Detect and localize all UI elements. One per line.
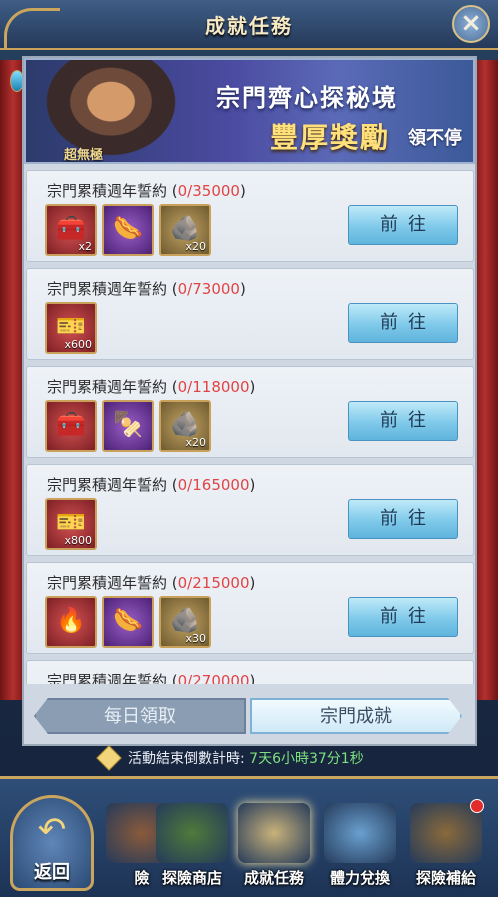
back-button[interactable]: ↶ 返回: [10, 795, 94, 891]
reward-item[interactable]: 🧰: [45, 400, 97, 452]
notification-badge-icon: [470, 799, 484, 813]
countdown-label: 活動結束倒數計時:: [128, 751, 245, 767]
banner-highlight: 豐厚獎勵: [270, 121, 391, 154]
golden-chest-icon: 🧰: [56, 410, 86, 438]
nav-item-label: 探險商店: [161, 869, 222, 887]
task-progress: 0/35000: [177, 182, 240, 200]
task-title: 宗門累積週年誓約 (0/73000): [47, 280, 246, 298]
market-stall-icon: [156, 803, 228, 863]
red-ticket-icon: 🎫: [56, 508, 86, 536]
task-title: 宗門累積週年誓約 (0/165000): [47, 476, 256, 494]
reward-item[interactable]: 🔥: [45, 596, 97, 648]
task-row: 宗門累積週年誓約 (0/270000)前往: [26, 660, 474, 684]
task-row: 宗門累積週年誓約 (0/35000) 🧰 x2 🌭 🪨 x20 前往: [26, 170, 474, 262]
tab-sect-label: 宗門成就: [320, 706, 392, 727]
task-progress: 0/215000: [177, 574, 250, 592]
hero-portrait: [36, 60, 186, 162]
red-ticket-icon: 🎫: [56, 312, 86, 340]
tab-daily-claim[interactable]: 每日領取: [34, 698, 246, 734]
task-progress: 0/270000: [177, 672, 250, 684]
silver-ore-icon: 🪨: [170, 410, 200, 438]
task-name: 宗門累積週年誓約: [47, 280, 168, 298]
task-title: 宗門累積週年誓約 (0/270000): [47, 670, 255, 684]
nav-item-label: 成就任務: [243, 869, 304, 887]
reward-item[interactable]: 🪨 x20: [159, 400, 211, 452]
task-name: 宗門累積週年誓約: [47, 182, 168, 200]
backpack-icon: [410, 803, 482, 863]
tab-sect-achievement[interactable]: 宗門成就: [250, 698, 462, 734]
go-button[interactable]: 前往: [348, 303, 458, 343]
task-progress: 0/165000: [177, 476, 250, 494]
event-countdown: 活動結束倒數計時: 7天6小時37分1秒: [96, 745, 364, 772]
item-quantity: x800: [64, 534, 92, 547]
skewer-food-icon: 🍢: [113, 410, 143, 438]
task-title: 宗門累積週年誓約 (0/215000): [47, 574, 256, 592]
item-quantity: x20: [185, 436, 206, 449]
return-arrow-icon: ↶: [37, 810, 67, 850]
task-row: 宗門累積週年誓約 (0/118000) 🧰 🍢 🪨 x20 前往: [26, 366, 474, 458]
task-row: 宗門累積週年誓約 (0/215000) 🔥 🌭 🪨 x30 前往: [26, 562, 474, 654]
close-button[interactable]: ×: [452, 5, 490, 43]
task-progress: 0/73000: [177, 280, 240, 298]
task-name: 宗門累積週年誓約: [47, 574, 168, 592]
steamed-bun-icon: [324, 803, 396, 863]
nav-item-label: 探險補給: [415, 869, 476, 887]
reward-item[interactable]: 🎫 x800: [45, 498, 97, 550]
task-row: 宗門累積週年誓約 (0/165000) 🎫 x800 前往: [26, 464, 474, 556]
reward-item[interactable]: 🎫 x600: [45, 302, 97, 354]
go-button[interactable]: 前往: [348, 401, 458, 441]
close-icon: ×: [460, 8, 482, 38]
item-quantity: x20: [185, 240, 206, 253]
reward-item[interactable]: 🪨 x30: [159, 596, 211, 648]
silver-ore-icon: 🪨: [170, 214, 200, 242]
event-banner: 超無極 宗門齊心探秘境 豐厚獎勵 領不停: [24, 58, 475, 164]
nav-item-adventure-supply[interactable]: 探險補給: [404, 799, 488, 891]
banner-headline: 宗門齊心探秘境: [216, 84, 398, 112]
window-title: 成就任務: [205, 14, 293, 38]
task-title: 宗門累積週年誓約 (0/118000): [47, 378, 256, 396]
scroll-map-icon: [238, 803, 310, 863]
title-bar: 成就任務 ×: [0, 0, 498, 50]
hero-label: 超無極: [64, 148, 104, 163]
reward-item[interactable]: 🧰 x2: [45, 204, 97, 256]
info-diamond-icon: [96, 745, 122, 771]
hotdog-icon: 🌭: [113, 606, 143, 634]
reward-item[interactable]: 🍢: [102, 400, 154, 452]
treasure-chest-icon: 🧰: [56, 214, 86, 242]
flame-relic-icon: 🔥: [56, 606, 86, 634]
task-name: 宗門累積週年誓約: [47, 672, 168, 684]
reward-item[interactable]: 🪨 x20: [159, 204, 211, 256]
silver-ore-icon: 🪨: [170, 606, 200, 634]
tab-daily-label: 每日領取: [104, 706, 176, 727]
nav-item-stamina-exchange[interactable]: 體力兌換: [318, 799, 402, 891]
banner-subline: 領不停: [408, 128, 462, 149]
task-name: 宗門累積週年誓約: [47, 476, 168, 494]
task-progress: 0/118000: [177, 378, 250, 396]
item-quantity: x30: [185, 632, 206, 645]
reward-item[interactable]: 🌭: [102, 596, 154, 648]
countdown-time: 7天6小時37分1秒: [249, 751, 364, 767]
item-quantity: x600: [64, 338, 92, 351]
go-button[interactable]: 前往: [348, 597, 458, 637]
task-title: 宗門累積週年誓約 (0/35000): [47, 182, 246, 200]
go-button[interactable]: 前往: [348, 205, 458, 245]
nav-item-achievement[interactable]: 成就任務: [232, 799, 316, 891]
nav-item-adventure-shop[interactable]: 探險商店: [150, 799, 234, 891]
reward-item[interactable]: 🌭: [102, 204, 154, 256]
nav-item-label: 體力兌換: [329, 869, 390, 887]
task-row: 宗門累積週年誓約 (0/73000) 🎫 x600 前往: [26, 268, 474, 360]
task-name: 宗門累積週年誓約: [47, 378, 168, 396]
back-label: 返回: [34, 862, 70, 883]
item-quantity: x2: [78, 240, 92, 253]
task-list[interactable]: 宗門累積週年誓約 (0/35000) 🧰 x2 🌭 🪨 x20 前往 宗門累積週年誓約 (0/…: [26, 170, 474, 684]
go-button[interactable]: 前往: [348, 499, 458, 539]
bottom-navigation: 險探險商店 成就任務 體力兌換 探險補給 ↶ 返回: [0, 776, 498, 897]
sausage-icon: 🌭: [113, 214, 143, 242]
